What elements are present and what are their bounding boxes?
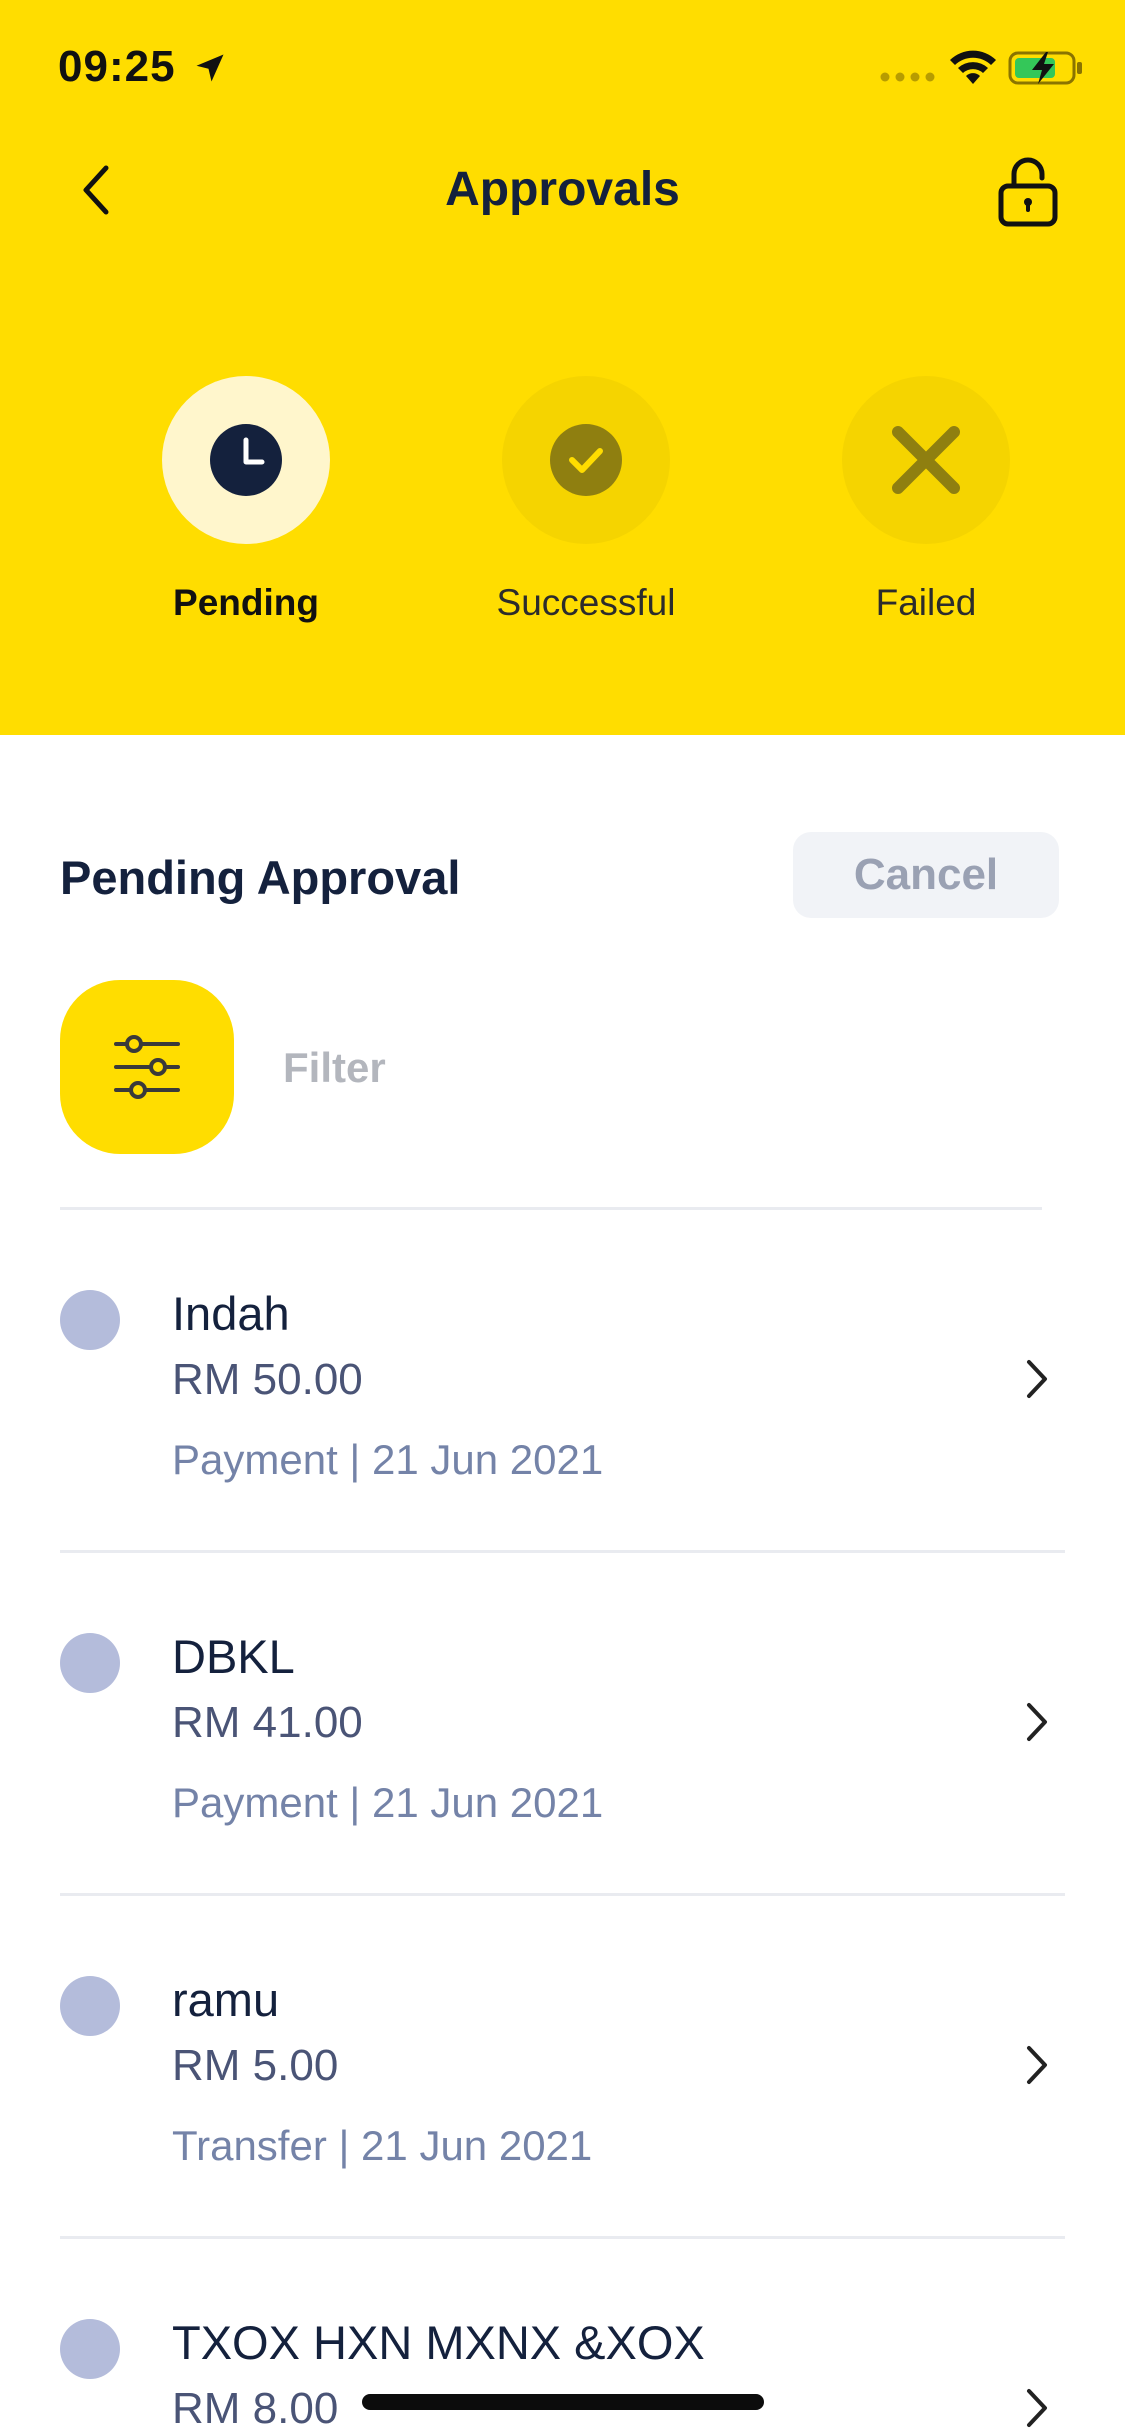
lock-icon[interactable] [996,156,1060,228]
check-circle-icon [550,424,622,496]
signal-strength-icon [880,72,935,82]
tab-successful[interactable]: Successful [456,376,716,636]
chevron-right-icon [1027,1703,1047,1741]
battery-charging-icon [1008,51,1082,85]
tab-successful-label: Successful [496,582,676,623]
approvals-header: 09:25 Approvals Pending Successful Faile… [0,0,1125,735]
home-indicator [362,2394,764,2410]
chevron-right-icon [1027,1360,1047,1398]
chevron-right-icon [1027,2046,1047,2084]
section-title: Pending Approval [60,851,461,904]
approval-name: ramu [172,1973,280,2026]
status-bar-time: 09:25 [58,42,176,91]
avatar [60,1633,120,1693]
approval-meta: Payment | 21 Jun 2021 [172,1436,604,1483]
avatar [60,1976,120,2036]
tab-pending-label: Pending [173,582,319,623]
avatar [60,1290,120,1350]
approval-amount: RM 5.00 [172,2041,339,2090]
clock-icon [210,424,282,496]
chevron-right-icon [1027,2389,1047,2427]
approval-meta: Payment | 21 Jun 2021 [172,1779,604,1826]
wifi-icon [950,50,996,84]
filter-label[interactable]: Filter [283,1044,386,1092]
tab-failed-label: Failed [875,582,977,623]
avatar [60,2319,120,2379]
approval-item[interactable]: DBKL RM 41.00 Payment | 21 Jun 2021 [60,1553,1065,1896]
x-icon [892,426,960,494]
approval-item[interactable]: ramu RM 5.00 Transfer | 21 Jun 2021 [60,1896,1065,2239]
approval-name: DBKL [172,1630,295,1683]
tab-pending[interactable]: Pending [116,376,376,636]
filter-sliders-icon [114,1035,180,1099]
tab-failed[interactable]: Failed [796,376,1056,636]
filter-button[interactable] [60,980,234,1154]
cancel-button[interactable]: Cancel [793,832,1059,918]
approval-amount: RM 41.00 [172,1698,363,1747]
page-title: Approvals [445,163,680,216]
location-arrow-icon [196,54,224,82]
approval-amount: RM 50.00 [172,1355,363,1404]
approval-meta: Transfer | 21 Jun 2021 [172,2122,593,2169]
approval-name: TXOX HXN MXNX &XOX [172,2316,705,2369]
approval-name: Indah [172,1287,290,1340]
approval-amount: RM 8.00 [172,2384,339,2433]
approval-item[interactable]: Indah RM 50.00 Payment | 21 Jun 2021 [60,1210,1065,1553]
